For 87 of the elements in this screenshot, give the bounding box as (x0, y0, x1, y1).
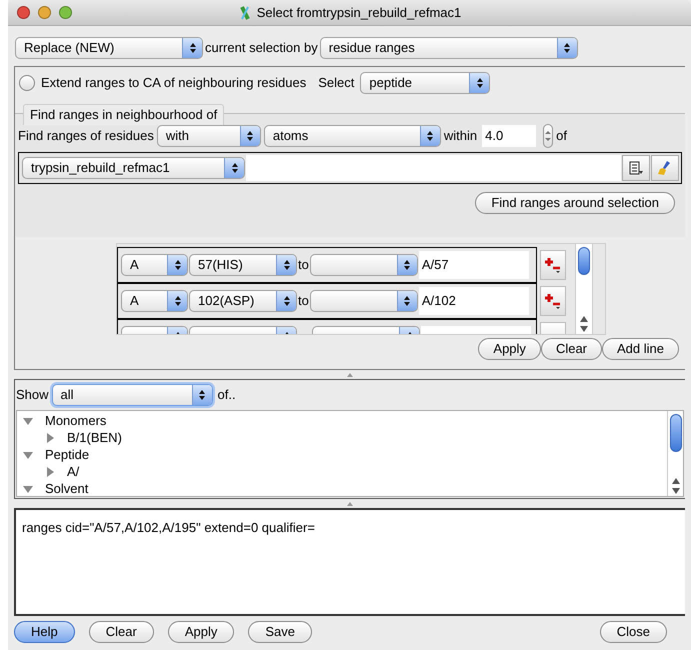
residue-dropdown[interactable]: 102(ASP) (189, 290, 297, 312)
brush-button[interactable] (651, 155, 679, 181)
peptide-dropdown[interactable]: peptide (360, 72, 490, 94)
splitter-handle-icon (346, 372, 352, 376)
scroll-up-icon (580, 316, 588, 322)
to-residue-dropdown[interactable] (310, 290, 418, 312)
close-window-button[interactable] (17, 6, 30, 19)
label-text: of (556, 127, 567, 146)
stepper[interactable] (543, 124, 554, 148)
radio-button[interactable] (19, 75, 35, 91)
scroll-thumb[interactable] (578, 247, 590, 275)
collapsed-triangle-icon[interactable] (45, 432, 55, 442)
label-text: Show (16, 386, 49, 404)
range-action-button[interactable]: Add line (602, 338, 679, 360)
show-dropdown[interactable]: all (52, 384, 213, 406)
scroll-up-icon (672, 478, 680, 484)
command-text-area[interactable]: ranges cid="A/57,A/102,A/195" extend=0 qualifier= (14, 508, 685, 616)
expanded-triangle-icon[interactable] (23, 484, 33, 494)
scrollbar[interactable] (667, 411, 683, 496)
with-dropdown[interactable]: with (156, 125, 261, 147)
menu-button[interactable] (622, 155, 650, 181)
to-residue-dropdown[interactable] (310, 254, 418, 276)
up-down-arrows-icon (198, 389, 206, 401)
add-remove-button[interactable] (540, 250, 566, 280)
up-down-arrows-icon (403, 259, 412, 271)
up-down-arrows-icon (230, 162, 238, 174)
plus-minus-icon (544, 292, 562, 310)
up-down-arrows-icon (476, 77, 484, 89)
dialog-button[interactable]: Save (248, 621, 312, 643)
find-ranges-button[interactable]: Find ranges around selection (475, 192, 675, 214)
brush-icon (657, 160, 673, 176)
atoms-dropdown[interactable]: atoms (264, 125, 441, 147)
mode-dropdown[interactable]: Replace (NEW) (15, 37, 203, 59)
window-title: Select fromtrypsin_rebuild_refmac1 (256, 4, 462, 22)
up-down-arrows-icon (563, 42, 572, 54)
up-down-arrows-icon (282, 259, 290, 271)
up-down-arrows-icon (545, 130, 552, 142)
dialog-button[interactable]: Close (600, 621, 667, 643)
molecule-dropdown[interactable]: trypsin_rebuild_refmac1 (22, 157, 245, 179)
range-action-button[interactable]: Clear (540, 338, 602, 360)
splitter-handle-icon (346, 502, 352, 506)
dialog-button[interactable]: Clear (88, 621, 154, 643)
collapsed-triangle-icon[interactable] (45, 466, 55, 476)
up-down-arrows-icon (174, 295, 182, 307)
chain-dropdown[interactable]: A (121, 290, 188, 312)
tree-item[interactable]: A/ (67, 462, 80, 482)
zoom-window-button[interactable] (59, 6, 72, 19)
label-text: to (298, 292, 309, 310)
residue-dropdown[interactable]: 57(HIS) (189, 254, 297, 276)
up-down-arrows-icon (246, 130, 254, 142)
scroll-down-icon (672, 488, 680, 494)
dialog-button[interactable]: Apply (168, 621, 234, 643)
app-icon (238, 6, 252, 20)
selection-type-dropdown[interactable]: residue ranges (320, 37, 578, 59)
tree-item[interactable]: Peptide (45, 444, 90, 464)
up-down-arrows-icon (403, 295, 412, 307)
up-down-arrows-icon (426, 130, 434, 142)
molecule-field[interactable] (246, 155, 621, 181)
distance-field[interactable]: 4.0 (482, 125, 536, 147)
scroll-thumb[interactable] (670, 414, 682, 452)
minimize-window-button[interactable] (38, 6, 51, 19)
group-title: Find ranges in neighbourhood of (23, 104, 224, 124)
label-text: of.. (218, 386, 236, 404)
cid-field[interactable]: A/57 (418, 251, 529, 279)
radio-label: Extend ranges to CA of neighbouring residues (41, 74, 306, 92)
tree-item[interactable]: Monomers (45, 411, 106, 430)
add-remove-button[interactable] (540, 286, 566, 316)
plus-minus-icon (544, 256, 562, 274)
range-action-button[interactable]: Apply (478, 338, 541, 360)
up-down-arrows-icon (282, 295, 290, 307)
expanded-triangle-icon[interactable] (23, 416, 33, 426)
label-text: Select (318, 74, 354, 92)
label-text: within (444, 127, 478, 146)
scrollbar[interactable] (575, 244, 593, 334)
label-text: to (298, 256, 309, 274)
expanded-triangle-icon[interactable] (23, 450, 33, 460)
label-text: Find ranges of residues (18, 127, 154, 146)
tree-item[interactable]: Solvent (45, 478, 88, 496)
label-text: current selection by (205, 39, 318, 58)
up-down-arrows-icon (174, 259, 182, 271)
cid-field[interactable]: A/102 (418, 287, 529, 315)
chain-dropdown[interactable]: A (121, 254, 188, 276)
list-icon (628, 160, 644, 176)
tree-item[interactable]: B/1(BEN) (67, 428, 122, 448)
up-down-arrows-icon (188, 42, 196, 54)
scroll-down-icon (580, 326, 588, 332)
dialog-button[interactable]: Help (14, 621, 75, 643)
